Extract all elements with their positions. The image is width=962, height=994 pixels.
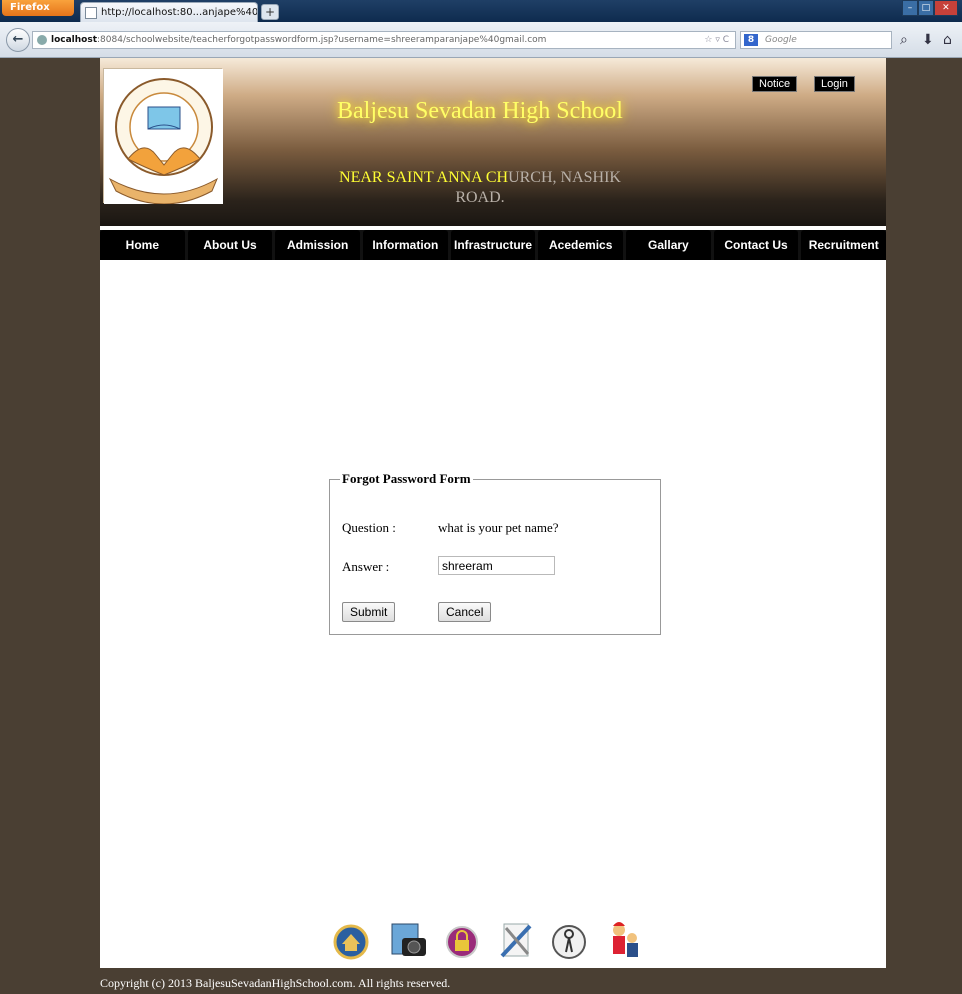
tab-favicon-icon xyxy=(85,7,97,19)
download-icon[interactable]: ⬇ xyxy=(922,32,934,48)
window-controls: – □ ✕ xyxy=(902,0,958,16)
submit-button[interactable]: Submit xyxy=(342,602,396,622)
forgot-password-form: Forgot Password Form Question : what is … xyxy=(329,471,661,635)
browser-navbar: ← localhost:8084/schoolwebsite/teacherfo… xyxy=(0,22,962,58)
menu-item-admission[interactable]: Admission xyxy=(275,230,361,260)
lock-icon[interactable] xyxy=(442,918,482,962)
url-bar[interactable]: localhost:8084/schoolwebsite/teacherforg… xyxy=(32,31,736,49)
footer-icon-row xyxy=(100,916,886,966)
question-value: what is your pet name? xyxy=(438,520,559,535)
camera-icon[interactable] xyxy=(388,918,428,962)
main-menu: Home About Us Admission Information Infr… xyxy=(100,230,887,260)
menu-item-contact-us[interactable]: Contact Us xyxy=(713,230,799,260)
back-button[interactable]: ← xyxy=(6,28,30,52)
menu-item-home[interactable]: Home xyxy=(100,230,185,260)
page-content: Baljesu Sevadan High School NEAR SAINT A… xyxy=(100,58,887,968)
search-placeholder: Google xyxy=(765,35,797,45)
menu-item-infrastructure[interactable]: Infrastructure xyxy=(450,230,536,260)
home-toolbar-icon[interactable]: ⌂ xyxy=(943,32,952,48)
browser-titlebar: Firefox http://localhost:80...anjape%40g… xyxy=(0,0,962,22)
search-box[interactable]: 8 Google xyxy=(740,31,892,49)
answer-input[interactable] xyxy=(438,556,555,575)
school-address: NEAR SAINT ANNA CHURCH, NASHIK ROAD. xyxy=(325,168,635,208)
tools-icon[interactable] xyxy=(496,918,536,962)
school-address-bright: NEAR SAINT ANNA CH xyxy=(339,169,509,186)
form-legend: Forgot Password Form xyxy=(342,471,471,486)
home-icon[interactable] xyxy=(331,918,371,962)
tab-title: http://localhost:80...anjape%40gmail.com xyxy=(101,7,258,18)
browser-tab[interactable]: http://localhost:80...anjape%40gmail.com xyxy=(80,2,258,22)
school-name: Baljesu Sevadan High School xyxy=(337,98,623,124)
url-controls[interactable]: ☆ ▿ C xyxy=(704,35,729,45)
login-button[interactable]: Login xyxy=(814,76,855,92)
copyright-text: Copyright (c) 2013 BaljesuSevadanHighSch… xyxy=(100,976,451,990)
search-engine-icon[interactable]: 8 xyxy=(744,34,758,46)
menu-item-acedemics[interactable]: Acedemics xyxy=(538,230,624,260)
firefox-menu-button[interactable]: Firefox xyxy=(2,0,74,16)
maximize-button[interactable]: □ xyxy=(917,0,934,16)
menu-item-information[interactable]: Information xyxy=(363,230,448,260)
site-identity-icon[interactable] xyxy=(37,35,47,45)
school-logo xyxy=(103,68,223,205)
url-path: :8084/schoolwebsite/teacherforgotpasswor… xyxy=(97,35,547,45)
cancel-button[interactable]: Cancel xyxy=(438,602,492,622)
people-icon[interactable] xyxy=(604,918,644,962)
keys-icon[interactable] xyxy=(549,918,589,962)
new-tab-button[interactable]: + xyxy=(261,4,279,20)
notice-button[interactable]: Notice xyxy=(752,76,798,92)
question-label: Question : xyxy=(342,520,396,535)
url-host: localhost xyxy=(51,35,98,45)
menu-item-about-us[interactable]: About Us xyxy=(187,230,273,260)
menu-item-recruitment[interactable]: Recruitment xyxy=(801,230,887,260)
minimize-button[interactable]: – xyxy=(902,0,918,16)
close-window-button[interactable]: ✕ xyxy=(933,0,958,16)
site-header: Baljesu Sevadan High School NEAR SAINT A… xyxy=(100,58,886,226)
menu-item-gallary[interactable]: Gallary xyxy=(626,230,711,260)
answer-label: Answer : xyxy=(342,559,390,574)
search-icon[interactable]: ⌕ xyxy=(900,32,908,48)
